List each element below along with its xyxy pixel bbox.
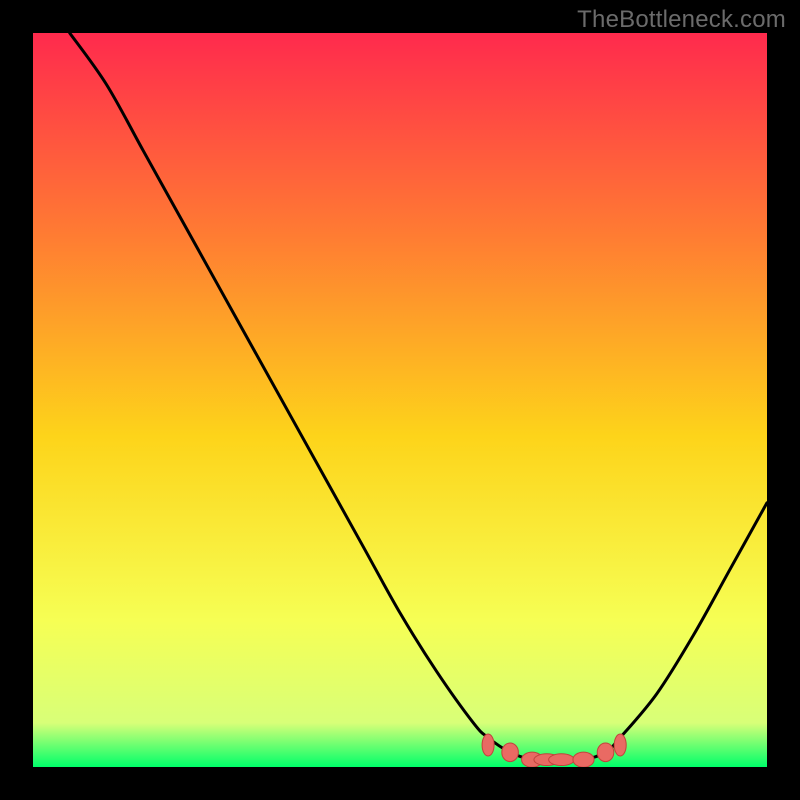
watermark-label: TheBottleneck.com [577, 6, 786, 34]
gradient-background [33, 33, 767, 767]
chart-frame: TheBottleneck.com [0, 0, 800, 800]
